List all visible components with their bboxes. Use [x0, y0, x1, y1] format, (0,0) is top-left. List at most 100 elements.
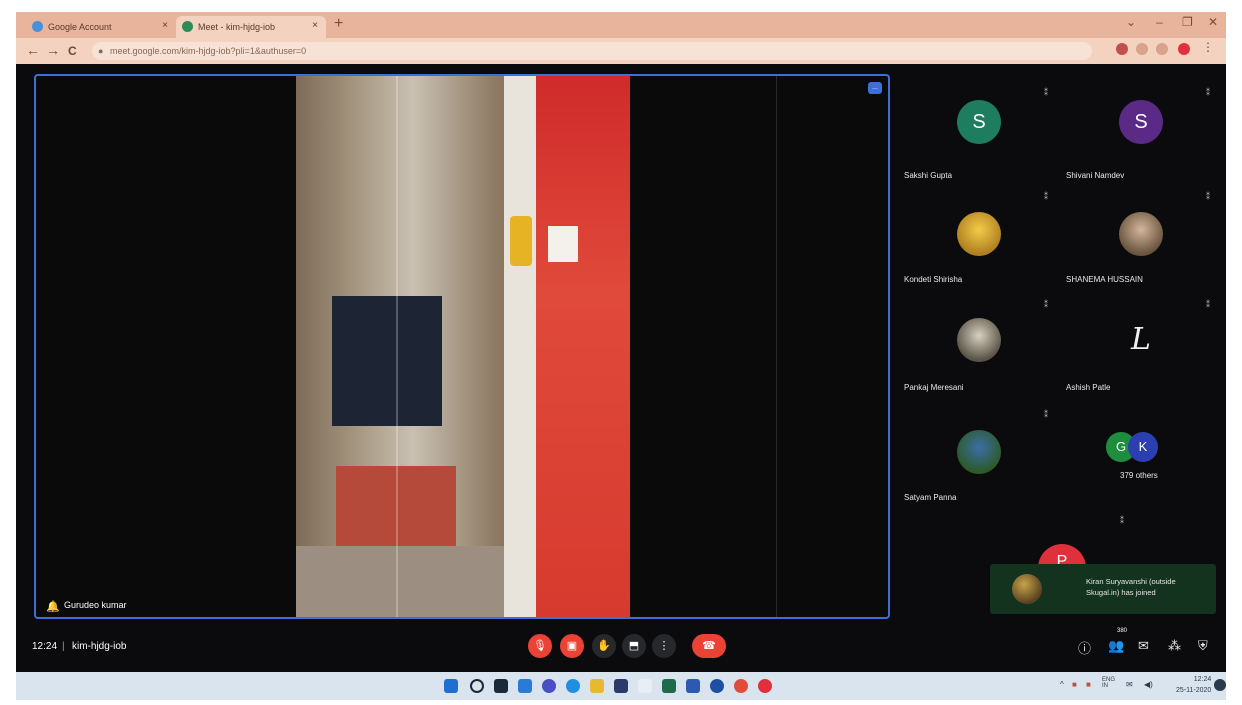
store-icon[interactable]: [614, 679, 628, 693]
tab-search-icon[interactable]: ⌄: [1126, 15, 1136, 29]
camera-off-button[interactable]: ▣: [560, 634, 584, 658]
present-button[interactable]: ⬒: [622, 634, 646, 658]
file-explorer-icon[interactable]: [590, 679, 604, 693]
mic-muted-icon: ⁑: [1206, 88, 1210, 97]
others-count: 379 others: [1120, 471, 1158, 480]
new-tab-button[interactable]: +: [334, 15, 343, 33]
participant-tile[interactable]: ⁑ Pankaj Meresani: [904, 300, 1054, 400]
search-icon[interactable]: [470, 679, 484, 693]
participant-tile[interactable]: ⁑ Kondeti Shirisha: [904, 192, 1054, 292]
back-button[interactable]: ←: [26, 42, 40, 58]
start-icon[interactable]: [444, 679, 458, 693]
close-tab-icon[interactable]: ×: [162, 20, 168, 31]
meeting-time: 12:24: [32, 641, 58, 652]
chat-app-icon[interactable]: [542, 679, 556, 693]
avatar-photo: [1119, 212, 1163, 256]
wifi-icon[interactable]: ✉: [1126, 680, 1133, 689]
mic-muted-icon: ⁑: [1044, 410, 1048, 419]
participant-tile[interactable]: S ⁑ Shivani Namdev: [1066, 88, 1216, 188]
lock-icon: ●: [98, 46, 104, 56]
widgets-icon[interactable]: [518, 679, 532, 693]
close-window-button[interactable]: ✕: [1208, 15, 1218, 29]
browser-toolbar: ← → C ● meet.google.com/kim-hjdg-iob?pli…: [16, 38, 1226, 64]
avatar-photo: [1012, 574, 1042, 604]
participant-tile[interactable]: ⁑ SHANEMA HUSSAIN: [1066, 192, 1216, 292]
forward-button[interactable]: →: [46, 42, 60, 58]
participant-tile[interactable]: S ⁑ Sakshi Gupta: [904, 88, 1054, 188]
participant-name: Kondeti Shirisha: [904, 275, 963, 284]
camera-indicator-icon[interactable]: [1116, 43, 1128, 55]
tile-options-icon[interactable]: ...: [868, 82, 882, 94]
reload-button[interactable]: C: [68, 44, 77, 58]
tab-meet[interactable]: Meet - kim-hjdg-iob ×: [176, 16, 326, 38]
participant-name: Sakshi Gupta: [904, 171, 953, 180]
settings-icon[interactable]: [710, 679, 724, 693]
raise-hand-button[interactable]: ✋: [592, 634, 616, 658]
notepad-icon[interactable]: [638, 679, 652, 693]
participant-name: Pankaj Meresani: [904, 383, 964, 392]
people-icon[interactable]: 👥: [1108, 638, 1124, 654]
speaker-mic-icon: 🔔: [46, 601, 60, 613]
main-video-tile[interactable]: ... 🔔 Gurudeo kumar: [34, 74, 890, 619]
bookmark-star-icon[interactable]: [1156, 43, 1168, 55]
people-count-badge: 380: [1117, 628, 1128, 634]
others-tile[interactable]: G K 379 others: [1066, 410, 1216, 510]
video-scene-poster: [510, 216, 532, 266]
avatar-photo: [957, 318, 1001, 362]
meet-control-bar: 12:24 | kim-hjdg-iob 🎙 ▣ ✋ ⬒ ⋮ ☎ ⓘ 380 👥…: [16, 624, 1226, 676]
avatar-photo: [957, 212, 1001, 256]
system-clock[interactable]: 12:24 25-11-2020: [1176, 674, 1211, 696]
taskbar-date: 25-11-2020: [1176, 687, 1212, 694]
mic-off-button[interactable]: 🎙: [528, 634, 552, 658]
app-icon[interactable]: [686, 679, 700, 693]
tab-title: Meet - kim-hjdg-iob: [198, 22, 276, 32]
notification-center-icon[interactable]: [1214, 679, 1226, 691]
leave-call-button[interactable]: ☎: [692, 634, 726, 658]
language-indicator[interactable]: ENG IN: [1102, 677, 1115, 689]
mic-muted-icon: ⁑: [1044, 88, 1048, 97]
screen: Google Account × Meet - kim-hjdg-iob × +…: [16, 12, 1226, 700]
profile-avatar[interactable]: [1178, 43, 1190, 55]
separator: |: [62, 641, 65, 652]
speaker-name: Gurudeo kumar: [64, 600, 127, 610]
chrome-icon[interactable]: [734, 679, 748, 693]
mic-muted-icon: ⁑: [1044, 192, 1048, 201]
mic-muted-icon: ⁑: [1206, 192, 1210, 201]
task-view-icon[interactable]: [494, 679, 508, 693]
volume-icon[interactable]: ◀): [1144, 680, 1153, 689]
restore-button[interactable]: ❐: [1182, 15, 1193, 29]
tab-google-account[interactable]: Google Account ×: [26, 16, 176, 38]
os-taskbar: ^ ■ ■ ENG IN ✉ ◀) 12:24 25-11-2020: [16, 672, 1226, 700]
meet-stage: ... 🔔 Gurudeo kumar S ⁑ Sakshi Gupta S ⁑…: [16, 64, 1226, 672]
avatar: K: [1128, 432, 1158, 462]
minimize-button[interactable]: –: [1156, 15, 1163, 29]
meeting-details-icon[interactable]: ⓘ: [1078, 638, 1091, 657]
share-icon[interactable]: [1136, 43, 1148, 55]
participant-name: Shivani Namdev: [1066, 171, 1125, 180]
edge-icon[interactable]: [566, 679, 580, 693]
video-scene-wire: [396, 76, 398, 617]
tray-app-icon[interactable]: ■: [1086, 680, 1091, 689]
avatar: S: [957, 100, 1001, 144]
more-options-button[interactable]: ⋮: [652, 634, 676, 658]
tray-overflow-icon[interactable]: ^: [1060, 680, 1064, 689]
url-text: meet.google.com/kim-hjdg-iob?pli=1&authu…: [110, 46, 307, 56]
meet-favicon-icon: [182, 21, 193, 32]
close-tab-icon[interactable]: ×: [312, 20, 318, 31]
participant-tile[interactable]: L ⁑ Ashish Patle: [1066, 300, 1216, 400]
video-scene-signboard: [536, 76, 630, 617]
host-controls-icon[interactable]: ⛨: [1198, 638, 1208, 654]
avatar: S: [1119, 100, 1163, 144]
speaker-video-feed: [296, 76, 630, 617]
chrome-profile-icon[interactable]: [758, 679, 772, 693]
activities-icon[interactable]: ⁂: [1168, 638, 1181, 654]
chat-icon[interactable]: ✉: [1138, 638, 1149, 654]
excel-icon[interactable]: [662, 679, 676, 693]
video-scene-shelf: [332, 296, 442, 426]
google-favicon-icon: [32, 21, 43, 32]
address-bar[interactable]: ● meet.google.com/kim-hjdg-iob?pli=1&aut…: [92, 42, 1092, 60]
tray-app-icon[interactable]: ■: [1072, 680, 1077, 689]
participant-tile[interactable]: ⁑ Satyam Panna: [904, 410, 1054, 510]
browser-menu-icon[interactable]: ⋮: [1202, 40, 1214, 54]
avatar: L: [1131, 322, 1151, 357]
